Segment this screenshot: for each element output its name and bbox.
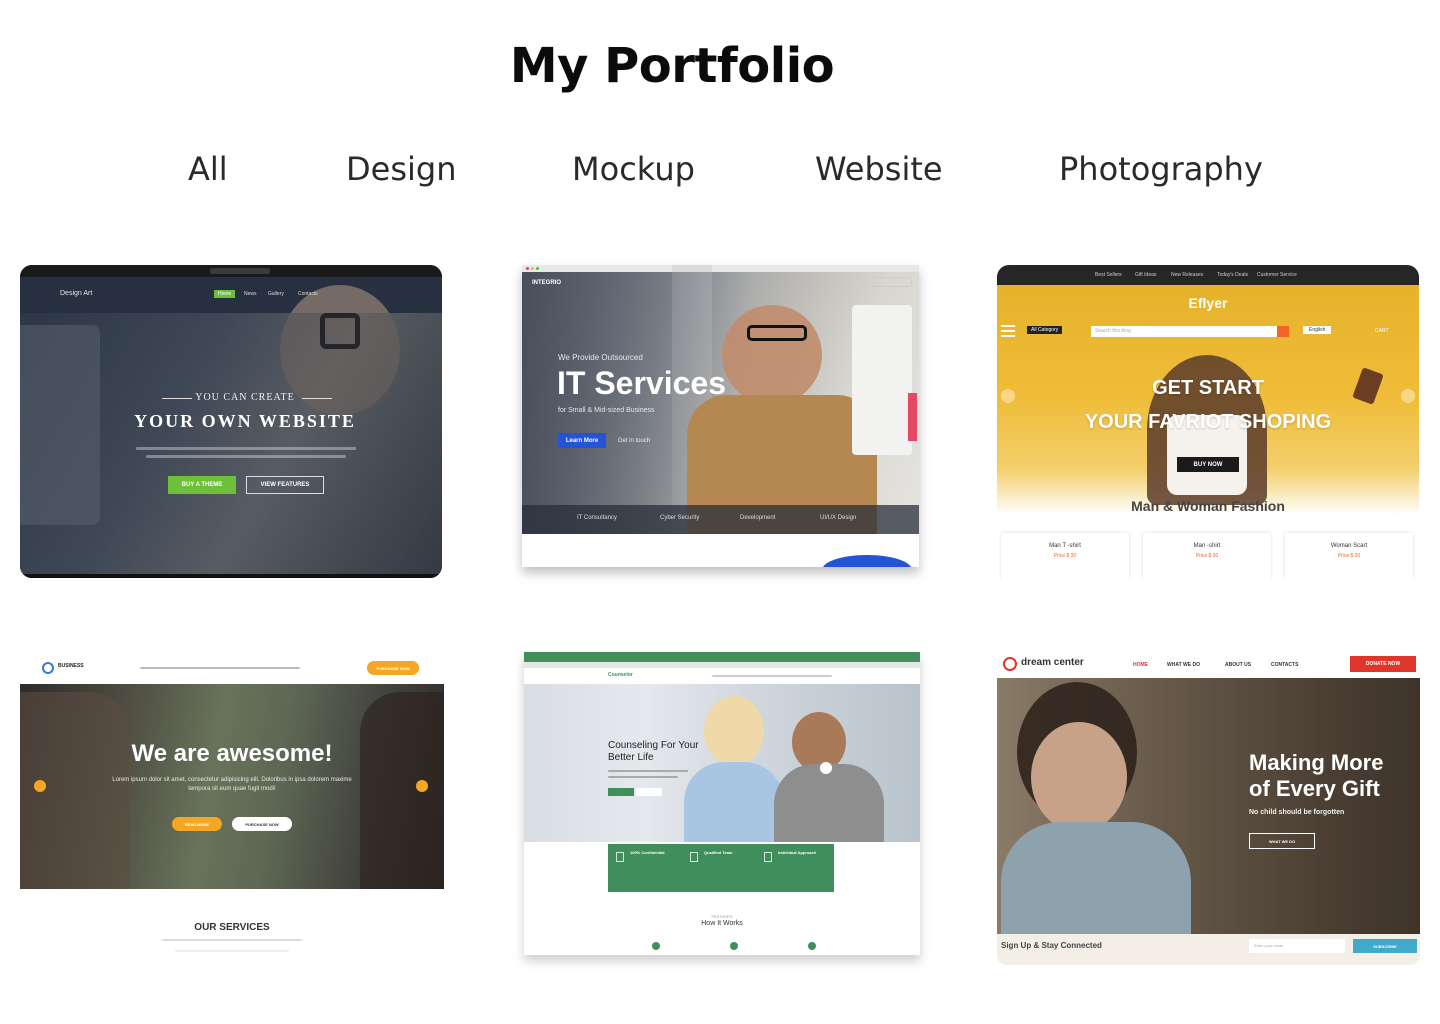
- hero-subtitle: No child should be forgotten: [1249, 809, 1345, 816]
- site-logo: Counselor: [608, 672, 633, 678]
- site-logo: Eflyer: [1188, 295, 1228, 311]
- search-input: Search this blog: [1091, 326, 1277, 337]
- newsletter-label: Sign Up & Stay Connected: [1001, 941, 1102, 950]
- play-icon: [820, 762, 832, 774]
- feature-cyber-security: Cyber Security: [660, 515, 700, 521]
- nav-what-we-do: WHAT WE DO: [1167, 662, 1200, 668]
- top-nav-gift-ideas: Gift Ideas: [1135, 272, 1157, 278]
- portfolio-item-dream-center[interactable]: dream center HOME WHAT WE DO ABOUT US CO…: [997, 652, 1420, 965]
- feature-it-consultancy: IT Consultancy: [577, 515, 617, 521]
- portfolio-item-eflyer[interactable]: Best Sellers Gift Ideas New Releases Tod…: [997, 265, 1419, 579]
- filter-all[interactable]: All: [188, 150, 228, 188]
- feature-confidential: 100% Confidential: [630, 850, 665, 855]
- top-nav: [997, 265, 1419, 285]
- section-kicker: FEATURES: [711, 914, 733, 919]
- portfolio-item-business[interactable]: BUSINESS PURCHASE NOW We are awesome! Lo…: [20, 652, 444, 962]
- product-name: Man -shirt: [1193, 543, 1221, 549]
- filter-website[interactable]: Website: [815, 150, 943, 188]
- product-name: Woman Scart: [1330, 543, 1368, 549]
- hero-headline: Counseling For Your Better Life: [608, 740, 699, 763]
- nav-home: Home: [214, 290, 236, 298]
- search-icon: [1277, 326, 1289, 337]
- section-title: Man & Woman Fashion: [1131, 498, 1285, 514]
- nav-about-us: ABOUT US: [1225, 662, 1252, 668]
- top-nav-new-releases: New Releases: [1171, 272, 1204, 278]
- feature-qualified-team: Qualified Team: [704, 850, 733, 855]
- what-we-do-button: WHAT WE DO: [1249, 833, 1315, 849]
- hero-body: Lorem ipsum dolor sit amet, consectetur …: [112, 777, 352, 792]
- prev-slide-icon: [34, 780, 46, 792]
- product-price: Price $ 30: [1195, 553, 1219, 559]
- site-logo: INTEGRIO: [532, 280, 562, 286]
- purchase-now-header-button: PURCHASE NOW: [367, 661, 419, 675]
- product-name: Man T -shirt: [1049, 543, 1081, 549]
- language-select: English: [1303, 326, 1332, 334]
- next-slide-icon: [416, 780, 428, 792]
- hero-headline-2: YOUR FAVRIOT SHOPING: [1084, 411, 1332, 433]
- hero-kicker: YOU CAN CREATE: [195, 392, 295, 403]
- nav-gallery: Gallery: [268, 291, 284, 297]
- top-nav-customer-service: Customer Service: [1257, 272, 1297, 278]
- portfolio-item-design-art[interactable]: Design Art Home News Gallery Contacts YO…: [20, 265, 442, 578]
- nav-contacts: CONTACTS: [1271, 662, 1299, 668]
- filter-design[interactable]: Design: [346, 150, 456, 188]
- portfolio-filter-tabs: All Design Mockup Website Photography: [0, 150, 1440, 194]
- page-title: My Portfolio: [509, 38, 835, 94]
- filter-photography[interactable]: Photography: [1059, 150, 1263, 188]
- purchase-now-button: PURCHASE NOW: [232, 817, 292, 831]
- feature-individual-approach: Individual Approach: [778, 850, 817, 855]
- hero-headline: IT Services: [557, 365, 726, 401]
- site-logo: dream center: [1021, 657, 1084, 668]
- email-field: Enter your email: [1249, 939, 1345, 953]
- hero-headline: We are awesome!: [131, 740, 333, 767]
- site-logo: BUSINESS: [58, 663, 84, 669]
- top-nav-best-sellers: Best Sellers: [1095, 272, 1122, 278]
- hero-headline-1: GET START: [1152, 377, 1264, 399]
- logo-icon: [1003, 657, 1017, 671]
- portfolio-item-counseling[interactable]: Counselor Counseling For Your Better Lif…: [524, 652, 920, 955]
- read-more-button: READ MORE: [172, 817, 222, 831]
- hero-kicker: We Provide Outsourced: [558, 353, 643, 362]
- hero-headline-2: of Every Gift: [1249, 776, 1380, 801]
- top-nav-todays-deals: Today's Deals: [1217, 272, 1248, 278]
- nav-news: News: [244, 291, 257, 297]
- nav-home: HOME: [1133, 662, 1148, 668]
- category-select: All Category: [1027, 326, 1063, 334]
- filter-mockup[interactable]: Mockup: [572, 150, 695, 188]
- section-title: OUR SERVICES: [194, 922, 270, 933]
- site-logo: Design Art: [60, 290, 93, 297]
- feature-ui-ux-design: UI/UX Design: [820, 515, 857, 521]
- get-in-touch-button: Get in touch: [617, 437, 651, 444]
- logo-icon: [42, 662, 54, 674]
- portfolio-item-it-services[interactable]: INTEGRIO We Provide Outsourced IT Servic…: [522, 265, 919, 567]
- product-price: Price $ 30: [1337, 553, 1361, 559]
- learn-more-button: Learn More: [558, 433, 606, 448]
- feature-development: Development: [740, 515, 776, 521]
- donate-now-button: DONATE NOW: [1350, 656, 1416, 672]
- product-price: Price $ 30: [1053, 553, 1077, 559]
- view-features-button: VIEW FEATURES: [246, 476, 324, 494]
- nav-contacts: Contacts: [298, 291, 318, 297]
- buy-theme-button: BUY A THEME: [168, 476, 236, 494]
- subscribe-button: SUBSCRIBE: [1353, 939, 1417, 953]
- hero-headline: YOUR OWN WEBSITE: [134, 411, 356, 431]
- cart-link: CART: [1375, 328, 1389, 334]
- section-title: How It Works: [701, 920, 743, 927]
- hero-headline-1: Making More: [1249, 750, 1384, 775]
- buy-now-button: BUY NOW: [1177, 457, 1239, 472]
- hero-subtitle: for Small & Mid-sized Business: [558, 407, 655, 414]
